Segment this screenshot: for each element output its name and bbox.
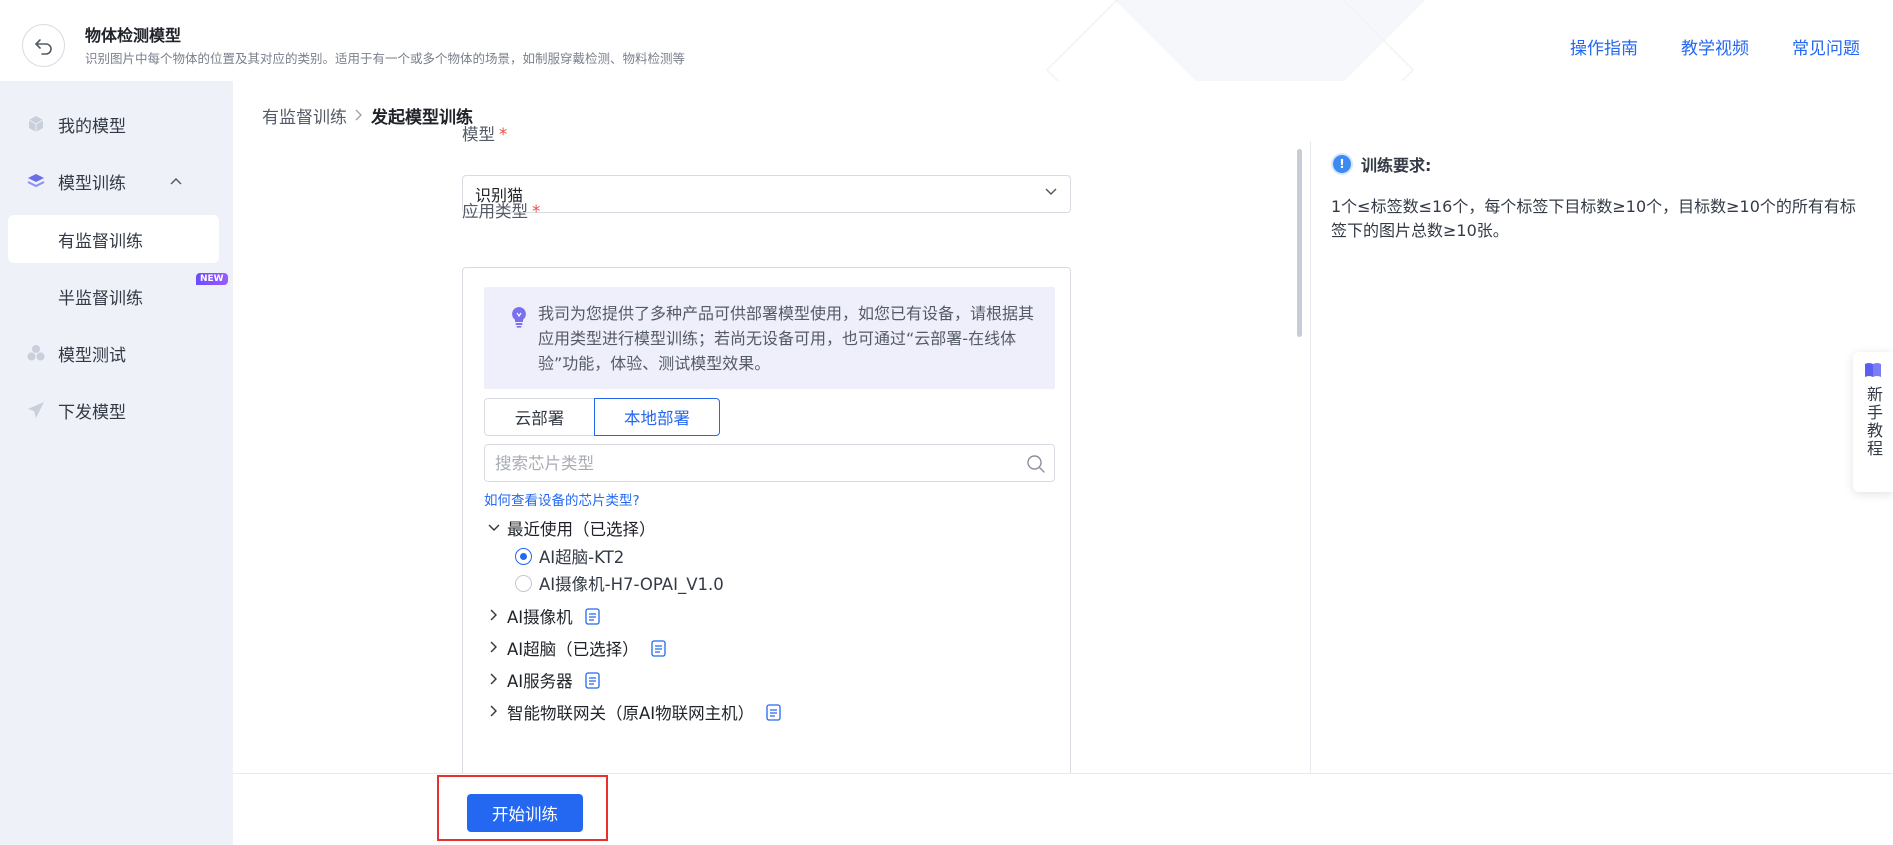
sidebar-item-model-testing[interactable]: 模型测试 xyxy=(0,329,233,377)
sidebar-item-deploy-model[interactable]: 下发模型 xyxy=(0,386,233,434)
search-icon[interactable] xyxy=(1026,454,1046,474)
sidebar-item-label: 模型训练 xyxy=(58,173,126,194)
sidebar-item-model-training[interactable]: 模型训练 xyxy=(0,157,233,205)
document-icon[interactable] xyxy=(651,639,666,657)
info-icon: ! xyxy=(1333,155,1351,173)
cube-icon xyxy=(26,114,46,134)
panel-divider xyxy=(1310,141,1311,773)
tab-local-deploy[interactable]: 本地部署 xyxy=(594,398,720,436)
chevron-right-icon xyxy=(484,673,504,688)
page-header: 物体检测模型 识别图片中每个物体的位置及其对应的类别。适用于有一个或多个物体的场… xyxy=(0,0,1893,254)
requirements-title: ! 训练要求: xyxy=(1333,152,1431,176)
tree-group-recent[interactable]: 最近使用（已选择） xyxy=(484,516,656,540)
chip-search xyxy=(484,444,1055,482)
chevron-down-icon xyxy=(1045,188,1057,195)
model-label-text: 模型 xyxy=(462,125,495,144)
required-mark: * xyxy=(532,202,541,221)
form-scrollbar[interactable] xyxy=(1297,149,1302,337)
tree-group-label: AI服务器 xyxy=(507,672,573,691)
chevron-right-icon xyxy=(484,705,504,720)
tree-group-iot-gateway[interactable]: 智能物联网关（原AI物联网主机） xyxy=(484,700,781,724)
app-type-panel: 我司为您提供了多种产品可供部署模型使用，如您已有设备，请根据其应用类型进行模型训… xyxy=(462,267,1071,787)
model-label: 模型 * xyxy=(462,121,507,145)
breadcrumb: 有监督训练 发起模型训练 xyxy=(262,103,473,128)
breadcrumb-parent[interactable]: 有监督训练 xyxy=(262,103,347,128)
chevron-right-icon xyxy=(484,641,504,656)
sidebar-item-label: 模型测试 xyxy=(58,345,126,366)
chevron-down-icon xyxy=(484,521,504,535)
deploy-tabs: 云部署 本地部署 xyxy=(484,398,720,436)
app-type-label-text: 应用类型 xyxy=(462,202,528,221)
app-type-label: 应用类型 * xyxy=(462,198,540,222)
layers-icon xyxy=(26,171,46,191)
chip-option-label: AI超脑-KT2 xyxy=(539,548,625,567)
chip-option-ai-camera-h7[interactable]: AI摄像机-H7-OPAI_V1.0 xyxy=(515,571,724,595)
tutorial-label: 新手教程 xyxy=(1864,386,1883,458)
breadcrumb-current: 发起模型训练 xyxy=(371,108,473,128)
required-mark: * xyxy=(499,125,508,144)
deploy-notice: 我司为您提供了多种产品可供部署模型使用，如您已有设备，请根据其应用类型进行模型训… xyxy=(484,287,1055,389)
start-training-button[interactable]: 开始训练 xyxy=(467,794,583,832)
lightbulb-icon xyxy=(512,307,526,328)
chip-option-label: AI摄像机-H7-OPAI_V1.0 xyxy=(539,575,724,594)
page-title: 物体检测模型 xyxy=(85,26,182,45)
book-icon xyxy=(1865,363,1881,377)
page-subtitle: 识别图片中每个物体的位置及其对应的类别。适用于有一个或多个物体的场景，如制服穿戴… xyxy=(85,51,686,66)
radio-selected[interactable] xyxy=(515,547,532,565)
guide-link[interactable]: 操作指南 xyxy=(1570,34,1638,59)
requirements-body: 1个≤标签数≤16个，每个标签下目标数≥10个，目标数≥10个的所有有标签下的图… xyxy=(1331,197,1856,240)
chevron-right-icon xyxy=(484,609,504,624)
radio-unselected[interactable] xyxy=(515,574,532,592)
header-links: 操作指南 教学视频 常见问题 xyxy=(1570,34,1860,59)
tree-group-ai-server[interactable]: AI服务器 xyxy=(484,668,600,692)
beginner-tutorial-float[interactable]: 新手教程 xyxy=(1853,352,1893,492)
tree-group-ai-camera[interactable]: AI摄像机 xyxy=(484,604,600,628)
chip-type-help-link[interactable]: 如何查看设备的芯片类型? xyxy=(484,489,640,509)
back-arrow-icon xyxy=(34,38,52,55)
sidebar: 我的模型 模型训练 有监督训练 半监督训练 模型测试 下发模型 xyxy=(0,81,233,845)
document-icon[interactable] xyxy=(585,607,600,625)
tree-group-label: 最近使用（已选择） xyxy=(507,520,656,539)
chevron-right-icon xyxy=(355,107,363,125)
document-icon[interactable] xyxy=(766,703,781,721)
sidebar-item-label: 下发模型 xyxy=(58,402,126,423)
tree-group-ai-brain[interactable]: AI超脑（已选择） xyxy=(484,636,666,660)
chevron-up-icon[interactable] xyxy=(170,174,182,189)
deploy-notice-text: 我司为您提供了多种产品可供部署模型使用，如您已有设备，请根据其应用类型进行模型训… xyxy=(538,304,1035,373)
back-button[interactable] xyxy=(22,24,65,67)
model-select[interactable]: 识别猫 xyxy=(462,175,1071,213)
main-content: 有监督训练 发起模型训练 模型 * 识别猫 应用类型 * 我司为您提供了多种产品可供… xyxy=(233,81,1893,787)
tree-group-label: 智能物联网关（原AI物联网主机） xyxy=(507,704,755,723)
circles-icon xyxy=(26,343,46,363)
chip-option-ai-brain-kt2[interactable]: AI超脑-KT2 xyxy=(515,544,624,568)
document-icon[interactable] xyxy=(585,671,600,689)
sidebar-item-my-models[interactable]: 我的模型 xyxy=(0,100,233,148)
sidebar-item-label: 有监督训练 xyxy=(58,231,143,252)
faq-link[interactable]: 常见问题 xyxy=(1792,34,1860,59)
sidebar-item-label: 半监督训练 xyxy=(58,288,143,309)
tab-cloud-deploy[interactable]: 云部署 xyxy=(484,398,594,436)
new-badge: NEW xyxy=(196,273,228,285)
tree-group-label: AI摄像机 xyxy=(507,608,573,627)
tutorial-video-link[interactable]: 教学视频 xyxy=(1681,34,1749,59)
chip-search-input[interactable] xyxy=(485,445,1005,481)
requirements-title-text: 训练要求: xyxy=(1361,156,1432,175)
tree-group-label: AI超脑（已选择） xyxy=(507,640,639,659)
send-icon xyxy=(26,400,46,420)
sidebar-item-supervised-training[interactable]: 有监督训练 xyxy=(8,215,219,263)
sidebar-item-label: 我的模型 xyxy=(58,116,126,137)
